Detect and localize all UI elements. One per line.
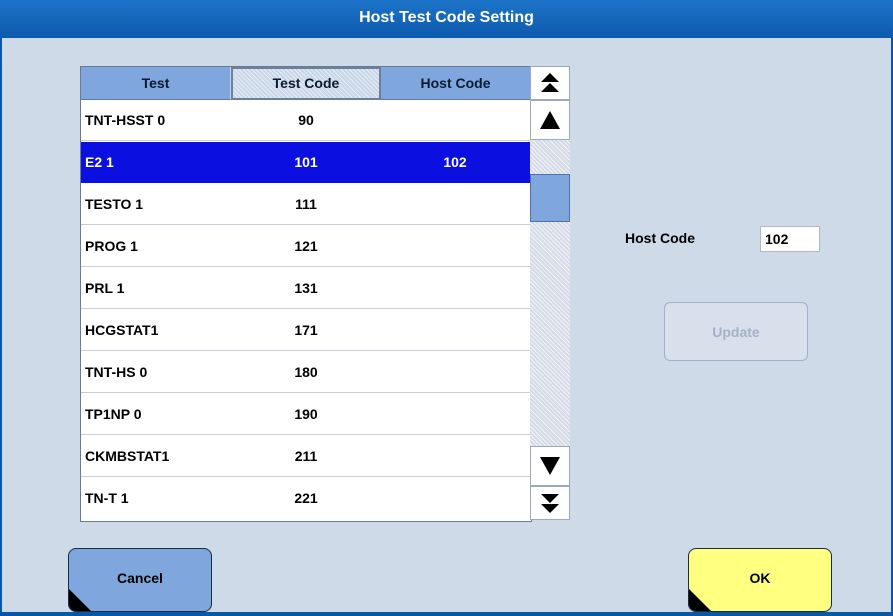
window-bottom-border: [0, 612, 893, 616]
cell-host-code: 102: [443, 154, 467, 170]
table-row[interactable]: TESTO 1 111: [81, 184, 531, 225]
cell-test: TN-T 1: [85, 490, 129, 506]
table-scrollbar[interactable]: [530, 66, 570, 520]
ok-button[interactable]: OK: [688, 548, 832, 612]
table-row-selected[interactable]: E2 1 101 102: [81, 142, 531, 183]
corner-marker-icon: [689, 589, 711, 611]
cell-test: TP1NP 0: [85, 406, 142, 422]
column-header-host-code[interactable]: Host Code: [381, 67, 531, 100]
cell-test: PRL 1: [85, 280, 125, 296]
cell-test: PROG 1: [85, 238, 138, 254]
cell-test: HCGSTAT1: [85, 322, 159, 338]
cell-test-code: 111: [295, 196, 317, 212]
update-button[interactable]: Update: [664, 302, 808, 361]
cell-test-code: 221: [294, 490, 318, 506]
cancel-button[interactable]: Cancel: [68, 548, 212, 612]
cell-test-code: 211: [294, 448, 318, 464]
cell-test-code: 101: [294, 154, 318, 170]
column-header-test-code[interactable]: Test Code: [231, 67, 381, 100]
scroll-bottom-icon: [541, 494, 559, 513]
dialog-title: Host Test Code Setting: [0, 0, 893, 38]
table-row[interactable]: TNT-HS 0 180: [81, 352, 531, 393]
table-row[interactable]: PROG 1 121: [81, 226, 531, 267]
test-code-table: Test Test Code Host Code TNT-HSST 0 90 E…: [80, 66, 532, 522]
scroll-to-top-button[interactable]: [530, 66, 570, 100]
table-row[interactable]: TP1NP 0 190: [81, 394, 531, 435]
scroll-to-bottom-button[interactable]: [530, 486, 570, 520]
scroll-thumb[interactable]: [530, 174, 570, 222]
scroll-up-icon: [540, 111, 560, 129]
table-row[interactable]: TN-T 1 221: [81, 478, 531, 519]
cell-test-code: 180: [294, 364, 318, 380]
cell-test: TNT-HS 0: [85, 364, 148, 380]
scroll-down-icon: [540, 457, 560, 475]
table-row[interactable]: PRL 1 131: [81, 268, 531, 309]
host-code-label: Host Code: [625, 230, 695, 246]
cell-test-code: 171: [294, 322, 318, 338]
scroll-up-button[interactable]: [530, 100, 570, 140]
cell-test: E2 1: [85, 154, 114, 170]
host-code-input[interactable]: [760, 226, 820, 252]
cell-test: CKMBSTAT1: [85, 448, 170, 464]
table-row[interactable]: CKMBSTAT1 211: [81, 436, 531, 477]
scroll-down-button[interactable]: [530, 446, 570, 486]
cell-test-code: 131: [294, 280, 318, 296]
table-row[interactable]: TNT-HSST 0 90: [81, 100, 531, 141]
cell-test: TESTO 1: [85, 196, 144, 212]
corner-marker-icon: [69, 589, 91, 611]
column-header-test[interactable]: Test: [81, 67, 231, 100]
cell-test-code: 190: [294, 406, 318, 422]
table-row[interactable]: HCGSTAT1 171: [81, 310, 531, 351]
cell-test-code: 121: [294, 238, 318, 254]
cell-test-code: 90: [298, 112, 314, 128]
scroll-top-icon: [541, 73, 559, 92]
cell-test: TNT-HSST 0: [85, 112, 166, 128]
